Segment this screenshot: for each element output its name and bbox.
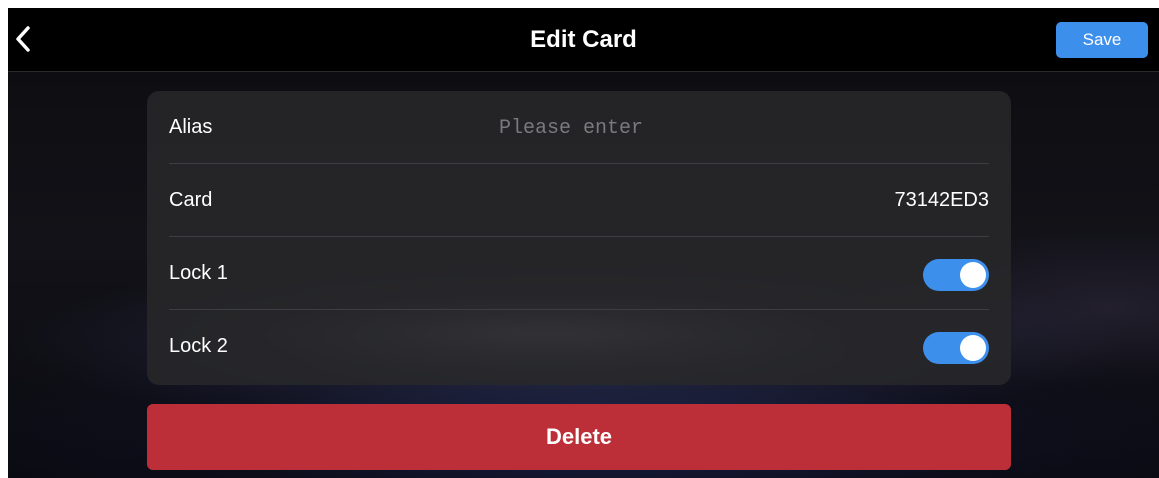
toggle-knob — [960, 262, 986, 288]
lock-1-label: Lock 1 — [169, 262, 228, 284]
top-bar: Edit Card Save — [8, 8, 1159, 72]
alias-input[interactable] — [499, 109, 989, 147]
card-label: Card — [169, 189, 213, 211]
card-row: Card 73142ED3 — [169, 164, 989, 237]
lock-1-toggle[interactable] — [923, 259, 989, 291]
back-button[interactable] — [8, 8, 64, 71]
delete-button[interactable]: Delete — [147, 404, 1011, 470]
lock-2-label: Lock 2 — [169, 335, 228, 357]
card-number-value: 73142ED3 — [894, 189, 989, 211]
lock-2-toggle[interactable] — [923, 332, 989, 364]
card-form-panel: Alias Card 73142ED3 Lock 1 Lock 2 — [147, 91, 1011, 385]
page-title: Edit Card — [530, 26, 637, 53]
save-button[interactable]: Save — [1056, 22, 1148, 58]
chevron-left-icon — [16, 26, 30, 52]
lock-2-row: Lock 2 — [169, 310, 989, 383]
toggle-knob — [960, 335, 986, 361]
screen: Edit Card Save Alias Card 73142ED3 Lock … — [8, 8, 1159, 478]
alias-label: Alias — [169, 116, 213, 138]
lock-1-row: Lock 1 — [169, 237, 989, 310]
alias-row: Alias — [169, 91, 989, 164]
